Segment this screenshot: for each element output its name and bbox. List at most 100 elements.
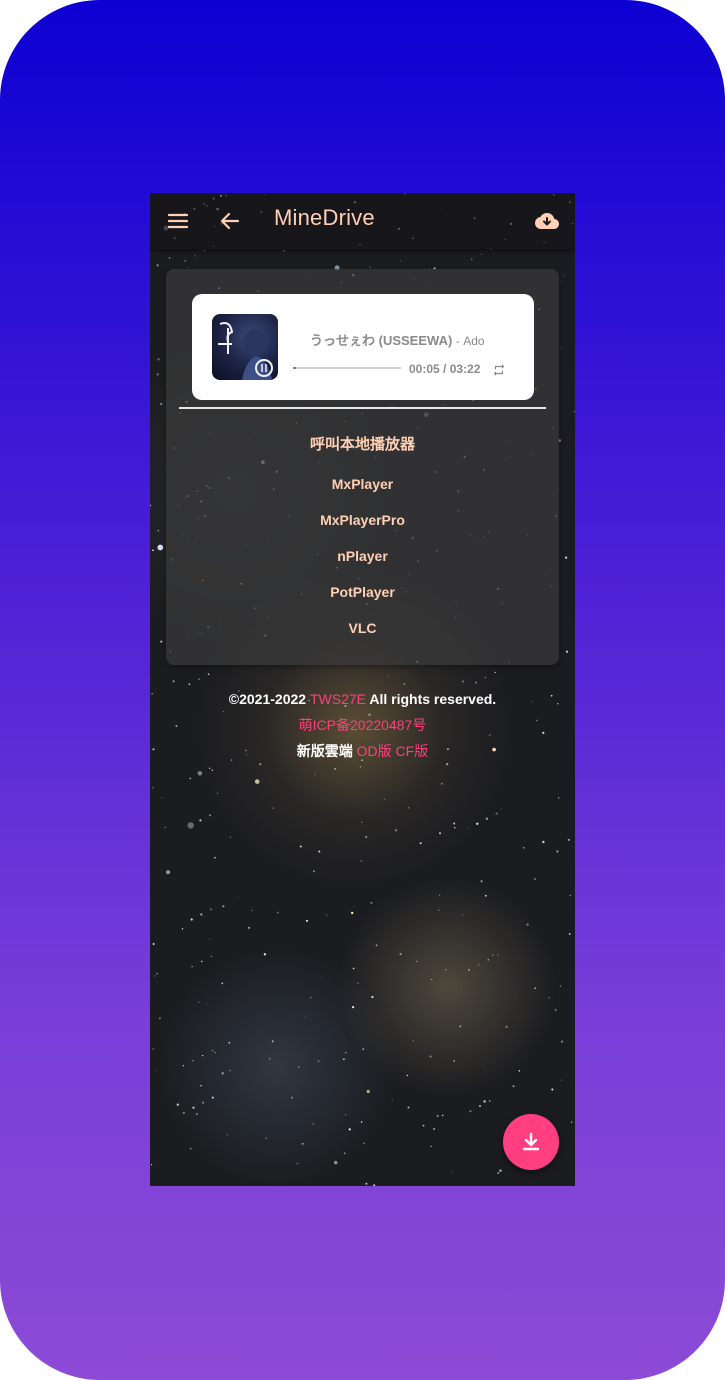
progress-bar[interactable] <box>293 367 401 369</box>
star <box>156 264 159 267</box>
local-player-heading: 呼叫本地播放器 <box>309 436 415 453</box>
player-link-vlc[interactable]: VLC <box>166 615 559 651</box>
star <box>534 878 536 880</box>
star <box>344 1114 346 1116</box>
star <box>151 1164 153 1166</box>
cloud-download-icon[interactable] <box>535 209 559 233</box>
star <box>375 944 378 947</box>
star <box>483 1100 486 1103</box>
star <box>561 281 562 283</box>
star <box>568 933 571 935</box>
star <box>156 972 159 975</box>
player-link-mxplayerpro[interactable]: MxPlayerPro <box>166 507 559 543</box>
star <box>157 529 160 532</box>
icp-link[interactable]: 萌ICP备20220487号 <box>299 717 427 733</box>
star <box>352 967 355 970</box>
star <box>190 918 193 921</box>
star <box>229 1069 231 1072</box>
star <box>399 260 401 262</box>
star <box>419 842 422 845</box>
star <box>301 1142 304 1145</box>
app-title[interactable]: MineDrive <box>274 205 375 231</box>
star <box>157 544 164 551</box>
back-arrow-icon[interactable] <box>218 209 242 233</box>
star <box>499 1169 502 1172</box>
star <box>488 1100 491 1102</box>
menu-icon[interactable] <box>166 209 190 233</box>
star <box>351 911 354 915</box>
star <box>291 1096 294 1099</box>
star <box>373 1184 376 1186</box>
star <box>542 840 545 844</box>
star <box>208 814 212 817</box>
star <box>494 671 496 674</box>
star <box>407 1106 410 1109</box>
star <box>361 821 363 823</box>
player-link-potplayer[interactable]: PotPlayer <box>166 579 559 615</box>
star <box>505 1025 508 1028</box>
star <box>556 850 559 853</box>
repeat-icon[interactable] <box>492 362 506 376</box>
star <box>406 1074 408 1077</box>
star <box>201 960 203 963</box>
star <box>480 880 483 883</box>
star <box>439 832 441 835</box>
star <box>312 1122 314 1125</box>
od-version-link[interactable]: OD版 <box>357 743 392 759</box>
star <box>416 960 418 962</box>
star <box>492 954 494 956</box>
star <box>430 1145 432 1147</box>
local-player-list: MxPlayer MxPlayerPro nPlayer PotPlayer V… <box>166 471 559 651</box>
star <box>438 909 440 911</box>
star <box>296 1162 299 1165</box>
star <box>344 1152 346 1154</box>
star <box>152 1048 154 1050</box>
star <box>526 923 529 926</box>
device-frame: MineDrive うっせぇわ (USSEEWA) - Ado 00:05 / … <box>0 0 725 1380</box>
star <box>561 347 563 349</box>
star <box>365 835 368 839</box>
star <box>158 1017 161 1020</box>
icp-line: 萌ICP备20220487号 <box>150 712 575 738</box>
star <box>276 911 279 914</box>
star <box>156 373 159 376</box>
star <box>209 939 210 940</box>
cf-version-link[interactable]: CF版 <box>396 743 429 759</box>
star <box>560 1040 564 1043</box>
star <box>479 1105 481 1107</box>
star <box>200 1084 202 1087</box>
star <box>485 817 488 820</box>
star <box>471 258 473 260</box>
star <box>230 836 231 838</box>
audio-player[interactable]: うっせぇわ (USSEEWA) - Ado 00:05 / 03:22 <box>192 294 534 400</box>
star <box>182 1065 185 1067</box>
star <box>475 681 477 684</box>
download-icon <box>522 1132 540 1151</box>
star <box>206 1003 208 1005</box>
progress-fill <box>293 367 296 369</box>
playback-time: 00:05 / 03:22 <box>409 362 481 376</box>
star <box>166 870 171 875</box>
copyright-suffix: All rights reserved. <box>369 691 497 707</box>
copyright-prefix: ©2021-2022 <box>228 691 307 707</box>
download-fab[interactable] <box>503 1114 559 1170</box>
star <box>487 959 489 961</box>
star <box>161 797 163 799</box>
star <box>222 905 225 908</box>
star <box>360 860 363 862</box>
player-link-mxplayer[interactable]: MxPlayer <box>166 471 559 507</box>
star <box>321 977 322 978</box>
author-link[interactable]: TWS27E <box>310 691 366 707</box>
player-link-nplayer[interactable]: nPlayer <box>166 543 559 579</box>
star <box>363 1142 365 1144</box>
app-bar: MineDrive <box>150 193 575 249</box>
star <box>352 1006 355 1009</box>
star <box>198 678 200 680</box>
star <box>439 894 441 896</box>
star <box>265 1137 267 1139</box>
star <box>360 1121 363 1123</box>
star <box>204 250 205 252</box>
star <box>191 965 193 968</box>
star <box>310 997 312 999</box>
star <box>271 1040 274 1043</box>
